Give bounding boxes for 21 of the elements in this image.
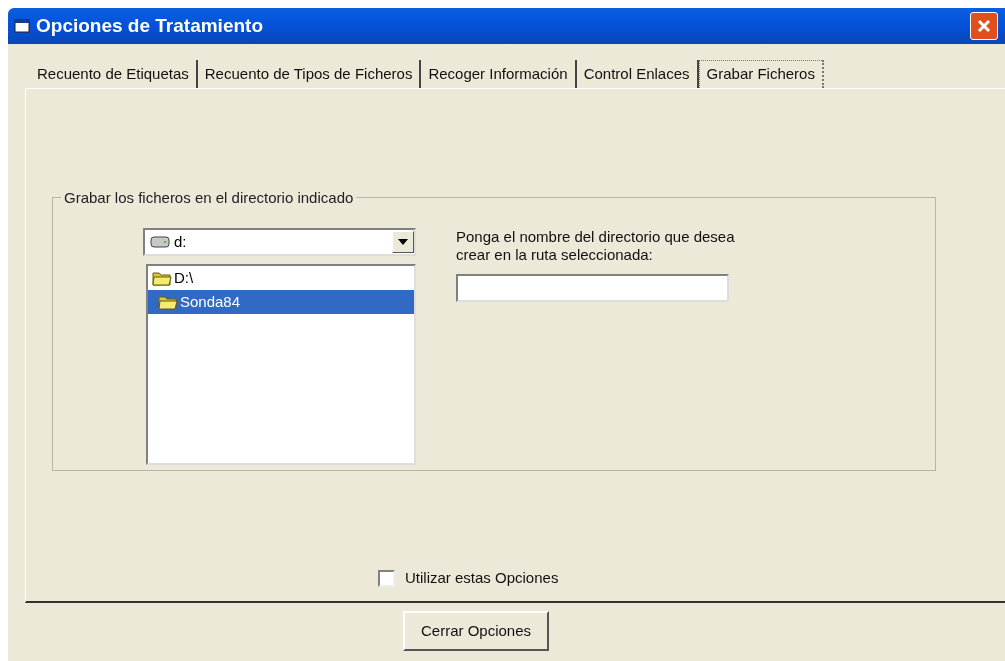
folder-icon xyxy=(158,294,178,310)
tab[interactable]: Grabar Ficheros xyxy=(698,60,824,88)
drive-dropdown[interactable]: d: xyxy=(143,228,416,256)
window-title: Opciones de Tratamiento xyxy=(36,13,264,38)
window-icon xyxy=(14,19,30,33)
dropdown-button[interactable] xyxy=(392,231,414,253)
caret-icon xyxy=(398,239,408,245)
directory-name-field[interactable] xyxy=(456,274,729,302)
directory-label: Ponga el nombre del directorio que desea crear en la ruta seleccionada: xyxy=(456,228,736,264)
folder-item[interactable]: Sonda84 xyxy=(148,290,414,314)
close-options-button[interactable]: Cerrar Opciones xyxy=(403,611,549,651)
folder-icon xyxy=(152,270,172,286)
checkbox-label: Utilizar estas Opciones xyxy=(405,568,559,588)
close-button[interactable] xyxy=(970,12,998,40)
drive-icon xyxy=(150,236,170,248)
tab[interactable]: Recoger Información xyxy=(421,60,577,88)
close-icon xyxy=(976,18,992,34)
tab[interactable]: Recuento de Etiquetas xyxy=(30,60,198,88)
tab[interactable]: Recuento de Tipos de Ficheros xyxy=(197,60,422,88)
checkbox[interactable] xyxy=(378,569,395,587)
folder-item[interactable]: D:\ xyxy=(148,266,414,290)
